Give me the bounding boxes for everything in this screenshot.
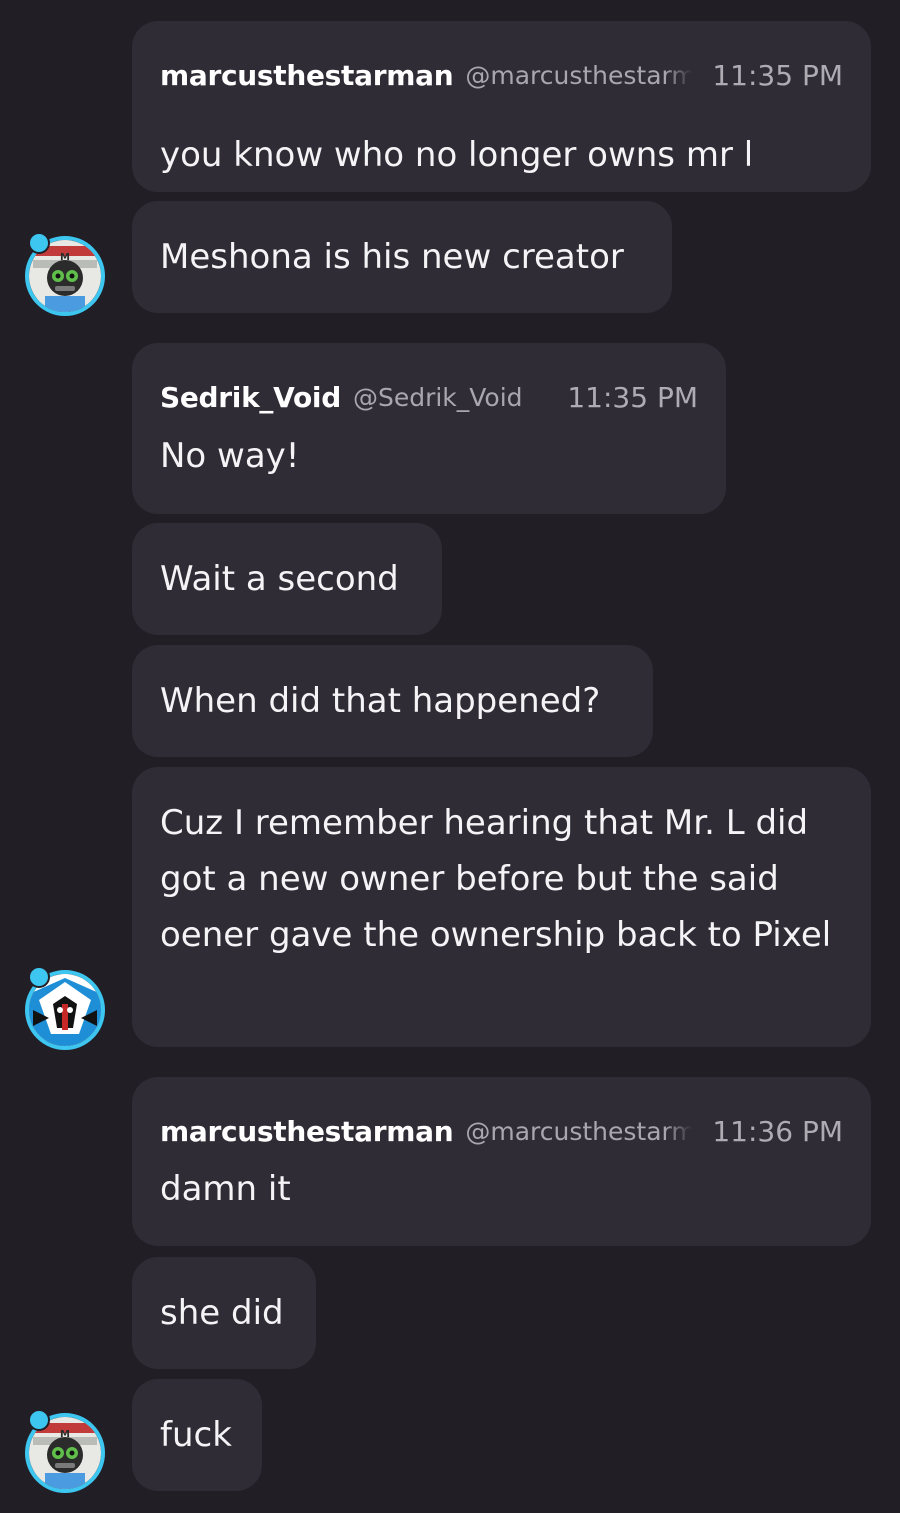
svg-text:M: M [60,252,70,263]
status-badge [28,1409,50,1431]
message-bubble[interactable]: When did that happened? [132,645,653,757]
message-text: Meshona is his new creator [160,237,624,277]
message-text: damn it [160,1169,291,1209]
svg-text:M: M [60,1429,70,1440]
author-handle: @marcusthestarman [465,60,693,90]
message-bubble[interactable]: Wait a second [132,523,442,635]
author-handle: @Sedrik_Void [352,382,523,412]
message-bubble[interactable]: Meshona is his new creator [132,201,672,313]
author-name[interactable]: marcusthestarman [160,1115,454,1148]
author-name[interactable]: Sedrik_Void [160,381,341,414]
message-timestamp: 11:35 PM [712,58,843,92]
message-header: marcusthestarman @marcusthestarman 11:35… [160,57,843,93]
message-bubble[interactable]: marcusthestarman @marcusthestarman 11:36… [132,1077,871,1246]
message-text: When did that happened? [160,681,601,721]
author-name[interactable]: marcusthestarman [160,59,454,92]
message-timestamp: 11:36 PM [712,1114,843,1148]
message-bubble[interactable]: Sedrik_Void @Sedrik_Void 11:35 PM No way… [132,343,726,514]
message-text: Cuz I remember hearing that Mr. L did go… [160,803,832,955]
message-text: you know who no longer owns mr l [160,135,754,175]
message-bubble[interactable]: fuck [132,1379,262,1491]
message-header: marcusthestarman @marcusthestarman 11:36… [160,1113,843,1149]
message-text: she did [160,1293,284,1333]
message-bubble[interactable]: she did [132,1257,316,1369]
status-badge [28,232,50,254]
status-badge [28,966,50,988]
message-text: fuck [160,1415,232,1455]
author-handle: @marcusthestarman [465,1116,693,1146]
message-bubble[interactable]: Cuz I remember hearing that Mr. L did go… [132,767,871,1047]
message-bubble[interactable]: marcusthestarman @marcusthestarman 11:35… [132,21,871,192]
message-text: No way! [160,436,300,476]
message-header: Sedrik_Void @Sedrik_Void 11:35 PM [160,379,698,415]
message-text: Wait a second [160,559,399,599]
message-timestamp: 11:35 PM [567,380,698,414]
